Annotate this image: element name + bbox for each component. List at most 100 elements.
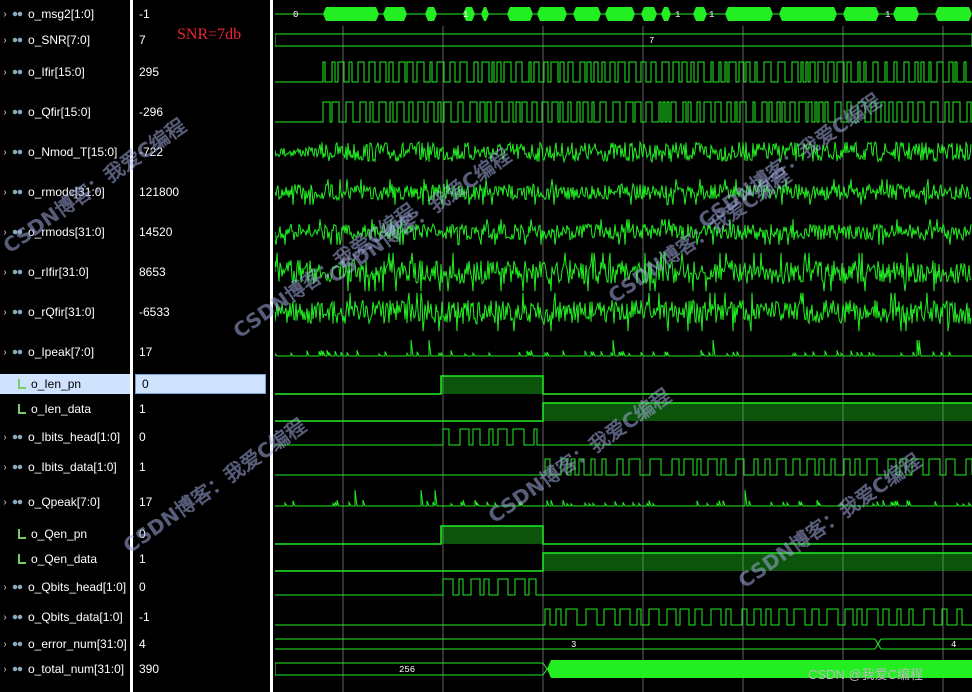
signal-row-o-total-num[interactable]: › o_total_num[31:0]	[0, 659, 130, 679]
signal-name: o_Ien_pn	[31, 377, 82, 391]
signal-value[interactable]: 1	[133, 549, 270, 569]
bit-signal-icon	[18, 529, 26, 539]
wave-msg2-segment	[693, 7, 707, 21]
bus-signal-icon	[12, 612, 23, 622]
signal-name: o_Qbits_data[1:0]	[28, 610, 123, 624]
expand-chevron-icon[interactable]: ›	[0, 347, 10, 358]
signal-name: o_rQfir[31:0]	[28, 305, 95, 319]
signal-row-o-ipeak[interactable]: › o_Ipeak[7:0]	[0, 342, 130, 362]
signal-value[interactable]: 390	[133, 659, 270, 679]
signal-row-o-ien-data[interactable]: o_Ien_data	[0, 399, 130, 419]
bus-value-label: 1	[463, 10, 468, 20]
signal-row-o-msg2[interactable]: › o_msg2[1:0]	[0, 4, 130, 24]
bus-signal-icon	[12, 107, 23, 117]
signal-row-o-ibits-data[interactable]: › o_Ibits_data[1:0]	[0, 457, 130, 477]
expand-chevron-icon[interactable]: ›	[0, 639, 10, 650]
expand-chevron-icon[interactable]: ›	[0, 307, 10, 318]
wave-msg2-segment	[641, 7, 657, 21]
wave-msg2-segment	[893, 7, 919, 21]
expand-chevron-icon[interactable]: ›	[0, 35, 10, 46]
expand-chevron-icon[interactable]: ›	[0, 462, 10, 473]
wave-snr-bus	[275, 33, 972, 47]
signal-name: o_SNR[7:0]	[28, 33, 91, 47]
bus-signal-icon	[12, 147, 23, 157]
wave-msg2-segment	[725, 7, 773, 21]
expand-chevron-icon[interactable]: ›	[0, 147, 10, 158]
signal-name: o_Ibits_data[1:0]	[28, 460, 117, 474]
bus-value-label: 256	[399, 665, 415, 675]
signal-value[interactable]: 295	[133, 62, 270, 82]
expand-chevron-icon[interactable]: ›	[0, 612, 10, 623]
expand-chevron-icon[interactable]: ›	[0, 267, 10, 278]
wave-msg2-segment	[481, 7, 489, 21]
wave-ifir	[275, 61, 972, 83]
signal-row-o-rifir[interactable]: › o_rIfir[31:0]	[0, 262, 130, 282]
signal-value[interactable]: 0	[135, 374, 266, 394]
wave-ien-pn-fill	[441, 376, 543, 394]
panel-divider[interactable]	[270, 0, 273, 692]
bus-signal-icon	[12, 664, 23, 674]
expand-chevron-icon[interactable]: ›	[0, 9, 10, 20]
wave-ipeak	[275, 339, 972, 358]
signal-value[interactable]: 8653	[133, 262, 270, 282]
signal-row-o-ifir[interactable]: › o_Ifir[15:0]	[0, 62, 130, 82]
signal-row-o-snr[interactable]: › o_SNR[7:0]	[0, 30, 130, 50]
signal-value[interactable]: -296	[133, 102, 270, 122]
signal-name: o_error_num[31:0]	[28, 637, 127, 651]
wave-msg2-segment	[935, 7, 972, 21]
expand-chevron-icon[interactable]: ›	[0, 107, 10, 118]
expand-chevron-icon[interactable]: ›	[0, 67, 10, 78]
wave-msg2-segment	[843, 7, 879, 21]
wave-nmod-t	[275, 140, 972, 164]
signal-value[interactable]: 1	[133, 399, 270, 419]
wave-qbits-head	[275, 578, 972, 596]
bus-signal-icon	[12, 639, 23, 649]
wave-ibits-data	[275, 458, 972, 476]
signal-value[interactable]: 14520	[133, 222, 270, 242]
wave-msg2-segment	[661, 7, 671, 21]
signal-row-o-ibits-head[interactable]: › o_Ibits_head[1:0]	[0, 427, 130, 447]
bus-signal-icon	[12, 9, 23, 19]
expand-chevron-icon[interactable]: ›	[0, 187, 10, 198]
signal-name: o_total_num[31:0]	[28, 662, 125, 676]
expand-chevron-icon[interactable]: ›	[0, 664, 10, 675]
expand-chevron-icon[interactable]: ›	[0, 582, 10, 593]
signal-row-o-ien-pn[interactable]: o_Ien_pn	[0, 374, 130, 394]
wave-msg2-segment	[573, 7, 601, 21]
signal-row-o-qen-data[interactable]: o_Qen_data	[0, 549, 130, 569]
signal-value[interactable]: -1	[133, 607, 270, 627]
signal-row-o-qbits-head[interactable]: › o_Qbits_head[1:0]	[0, 577, 130, 597]
bit-signal-icon	[18, 404, 26, 414]
bus-signal-icon	[12, 307, 23, 317]
signal-value[interactable]: -1	[133, 4, 270, 24]
signal-name: o_Qpeak[7:0]	[28, 495, 101, 509]
signal-name: o_Ipeak[7:0]	[28, 345, 95, 359]
signal-value[interactable]: 4	[133, 634, 270, 654]
wave-msg2-segment	[779, 7, 837, 21]
bit-signal-icon	[18, 554, 26, 564]
signal-row-o-rqfir[interactable]: › o_rQfir[31:0]	[0, 302, 130, 322]
signal-name: o_Nmod_T[15:0]	[28, 145, 118, 159]
signal-row-o-error-num[interactable]: › o_error_num[31:0]	[0, 634, 130, 654]
signal-row-o-qpeak[interactable]: › o_Qpeak[7:0]	[0, 492, 130, 512]
signal-row-o-qbits-data[interactable]: › o_Qbits_data[1:0]	[0, 607, 130, 627]
signal-name: o_msg2[1:0]	[28, 7, 95, 21]
wave-msg2-segment	[383, 7, 407, 21]
signal-value-panel: -1 7 295 -296 -722 121800 14520 8653 -6533 17 0 1 0 1…	[133, 0, 270, 692]
expand-chevron-icon[interactable]: ›	[0, 432, 10, 443]
signal-value[interactable]: 121800	[133, 182, 270, 202]
bus-value-label: 3	[571, 640, 576, 650]
signal-value[interactable]: 17	[133, 342, 270, 362]
wave-qen-pn-fill	[441, 526, 543, 544]
wave-qbits-data	[275, 608, 972, 626]
expand-chevron-icon[interactable]: ›	[0, 497, 10, 508]
signal-name-panel: › o_msg2[1:0] › o_SNR[7:0] › o_Ifir[15:0] › o_Q…	[0, 0, 130, 692]
bus-value-label: 0	[293, 10, 298, 20]
bus-signal-icon	[12, 67, 23, 77]
signal-row-o-qfir[interactable]: › o_Qfir[15:0]	[0, 102, 130, 122]
signal-value[interactable]: 0	[133, 577, 270, 597]
signal-row-o-qen-pn[interactable]: o_Qen_pn	[0, 524, 130, 544]
wave-msg2-segment	[425, 7, 437, 21]
bus-value-label: 1	[885, 10, 890, 20]
bus-signal-icon	[12, 267, 23, 277]
